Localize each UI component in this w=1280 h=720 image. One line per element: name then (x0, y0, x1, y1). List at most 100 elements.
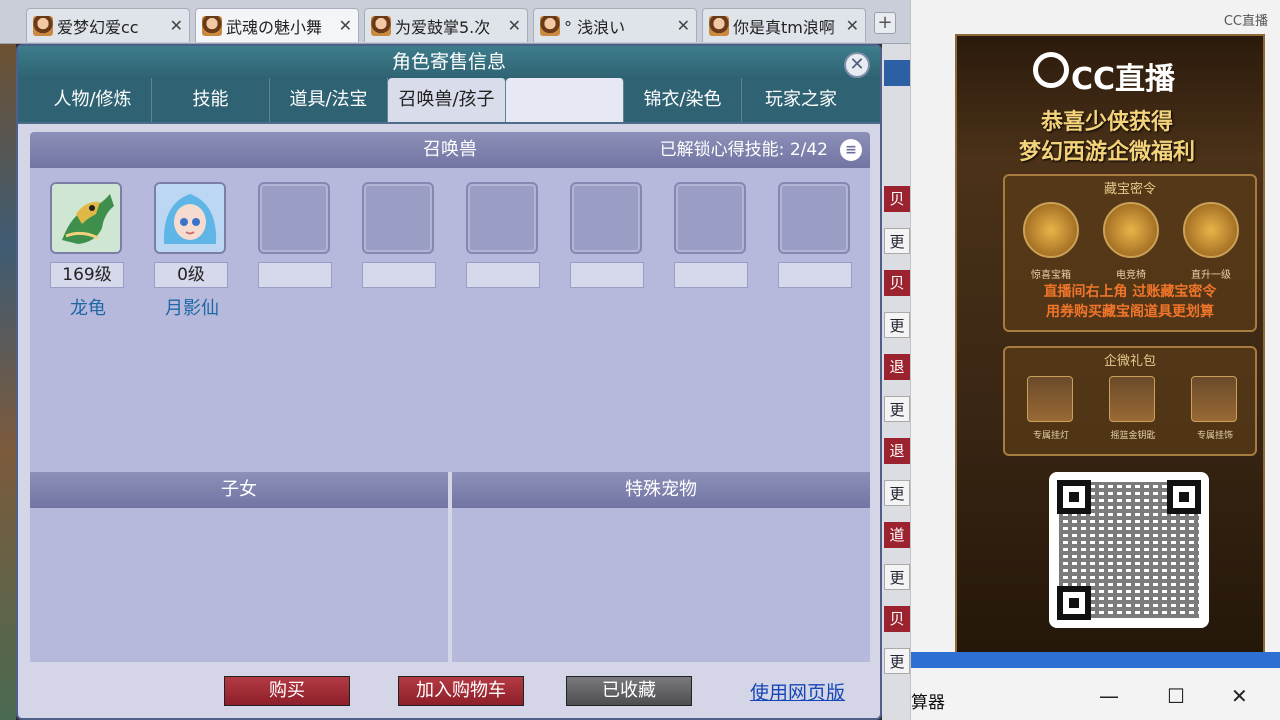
dragon-turtle-icon (52, 184, 120, 252)
pet-level: 169级 (50, 262, 124, 288)
buy-button[interactable]: 购买 (224, 676, 350, 706)
special-pets-section-header: 特殊宠物 (452, 472, 870, 508)
promo-headline-line2: 梦幻西游企微福利 (1018, 140, 1195, 165)
new-tab-button[interactable]: + (874, 12, 896, 34)
item-caption: 专属挂饰 (1196, 431, 1233, 441)
game-side-button[interactable]: 更 (884, 312, 910, 338)
panel-content: 召唤兽 已解锁心得技能: 2/42 ≡ 169级 龙龟 0级 月影仙 子女 特殊… (30, 132, 870, 662)
empty-slot-frame (362, 182, 434, 254)
browser-tab-title: 武魂の魅小舞 (226, 17, 323, 37)
tab-player-home[interactable]: 玩家之家 (742, 78, 860, 122)
empty-pet-slot[interactable] (570, 182, 646, 288)
game-side-button[interactable]: 贝 (884, 270, 910, 296)
game-side-button[interactable]: 更 (884, 648, 910, 674)
promo-poster: CC直播 恭喜少侠获得 梦幻西游企微福利 藏宝密令 惊喜宝箱 电竞椅 直升一级 … (955, 34, 1265, 654)
browser-tab[interactable]: ° 浅浪い ✕ (533, 8, 697, 42)
window-title-bar: 算器 — ☐ ✕ (911, 676, 1280, 720)
empty-pet-slot[interactable] (258, 182, 334, 288)
treasure-code-box: 藏宝密令 惊喜宝箱 电竞椅 直升一级 直播间右上角 过账藏宝密令 用券购买藏宝阁… (1003, 174, 1257, 332)
empty-pet-slot[interactable] (362, 182, 438, 288)
qr-finder (1057, 480, 1091, 514)
empty-level-box (778, 262, 852, 288)
game-side-button[interactable]: 更 (884, 480, 910, 506)
add-to-cart-button[interactable]: 加入购物车 (398, 676, 524, 706)
window-title: 算器 (911, 693, 945, 713)
side-window: CC直播 CC直播 恭喜少侠获得 梦幻西游企微福利 藏宝密令 惊喜宝箱 电竞椅 … (910, 0, 1280, 720)
tab-outfit-dye[interactable]: 锦衣/染色 (624, 78, 742, 122)
game-side-button[interactable]: 退 (884, 438, 910, 464)
empty-level-box (258, 262, 332, 288)
tab-items-treasures[interactable]: 道具/法宝 (270, 78, 388, 122)
close-tab-icon[interactable]: ✕ (846, 16, 859, 35)
browser-tab[interactable]: 爱梦幻爱cc ✕ (26, 8, 190, 42)
treasure-code-text: 直播间右上角 过账藏宝密令 用券购买藏宝阁道具更划算 (1005, 282, 1255, 322)
empty-slot-frame (258, 182, 330, 254)
panel-title: 角色寄售信息 (18, 46, 880, 78)
tab-skills[interactable]: 技能 (152, 78, 270, 122)
pet-name: 龙龟 (70, 298, 106, 319)
game-side-button[interactable]: 贝 (884, 606, 910, 632)
game-avatar-icon (33, 15, 53, 36)
pet-portrait-dragon-turtle[interactable] (50, 182, 122, 254)
close-tab-icon[interactable]: ✕ (339, 16, 352, 35)
game-side-button[interactable]: 更 (884, 396, 910, 422)
empty-slot-frame (778, 182, 850, 254)
game-side-bar (884, 60, 910, 86)
pet-level: 0级 (154, 262, 228, 288)
golden-key-icon (1109, 376, 1155, 422)
qr-finder (1167, 480, 1201, 514)
panel-tab-bar: 人物/修炼 技能 道具/法宝 召唤兽/孩子 锦衣/染色 玩家之家 (18, 78, 880, 124)
treasure-code-line1: 直播间右上角 过账藏宝密令 (1043, 284, 1217, 300)
list-icon[interactable]: ≡ (840, 139, 862, 161)
promo-headline-line1: 恭喜少侠获得 (1040, 110, 1173, 135)
empty-level-box (466, 262, 540, 288)
treasure-chest-icon (1023, 202, 1079, 258)
browser-tab-active[interactable]: 武魂の魅小舞 ✕ (195, 8, 359, 42)
browser-tab[interactable]: 你是真tm浪啊 ✕ (702, 8, 866, 42)
close-tab-icon[interactable]: ✕ (508, 16, 521, 35)
empty-pet-slot[interactable] (466, 182, 542, 288)
ornament-icon (1191, 376, 1237, 422)
close-tab-icon[interactable]: ✕ (170, 16, 183, 35)
item-caption: 电竞椅 (1116, 270, 1146, 281)
level-up-icon (1183, 202, 1239, 258)
empty-pet-slot[interactable] (674, 182, 750, 288)
game-scene-left-edge (0, 44, 16, 720)
game-side-button[interactable]: 更 (884, 228, 910, 254)
maximize-icon[interactable]: ☐ (1167, 684, 1185, 708)
wecom-gift-box: 企微礼包 专属挂灯 摇篮金钥匙 专属挂饰 (1003, 346, 1257, 456)
pet-card[interactable]: 0级 月影仙 (154, 182, 230, 320)
game-side-button[interactable]: 更 (884, 564, 910, 590)
game-side-button[interactable]: 退 (884, 354, 910, 380)
close-tab-icon[interactable]: ✕ (677, 16, 690, 35)
special-pets-list (452, 508, 870, 662)
close-window-icon[interactable]: ✕ (1231, 684, 1248, 708)
tab-character-cultivation[interactable]: 人物/修炼 (34, 78, 152, 122)
empty-slot-frame (570, 182, 642, 254)
game-avatar-icon (371, 15, 391, 36)
children-list (30, 508, 448, 662)
favorited-button[interactable]: 已收藏 (566, 676, 692, 706)
pet-name: 月影仙 (165, 298, 219, 319)
close-icon[interactable]: ✕ (844, 52, 870, 78)
pet-portrait-moon-fairy[interactable] (154, 182, 226, 254)
item-caption: 惊喜宝箱 (1031, 270, 1071, 281)
game-avatar-icon (540, 15, 560, 36)
cc-logo-icon (1033, 52, 1069, 88)
gaming-chair-icon (1103, 202, 1159, 258)
browser-tab-title: 为爱鼓掌5.次 (395, 17, 491, 37)
pet-card[interactable]: 169级 龙龟 (50, 182, 126, 320)
browser-tab-title: 爱梦幻爱cc (57, 17, 139, 37)
minimize-icon[interactable]: — (1099, 684, 1119, 708)
empty-level-box (674, 262, 748, 288)
game-side-button[interactable]: 贝 (884, 186, 910, 212)
tab-summons-children[interactable]: 召唤兽/孩子 (388, 78, 506, 122)
empty-pet-slot[interactable] (778, 182, 854, 288)
moon-fairy-icon (156, 184, 224, 252)
tab-obscured[interactable] (506, 78, 624, 122)
use-web-version-link[interactable]: 使用网页版 (750, 678, 845, 705)
children-section-header: 子女 (30, 472, 448, 508)
browser-tab[interactable]: 为爱鼓掌5.次 ✕ (364, 8, 528, 42)
game-side-button[interactable]: 道 (884, 522, 910, 548)
wecom-gift-title: 企微礼包 (1103, 354, 1156, 369)
